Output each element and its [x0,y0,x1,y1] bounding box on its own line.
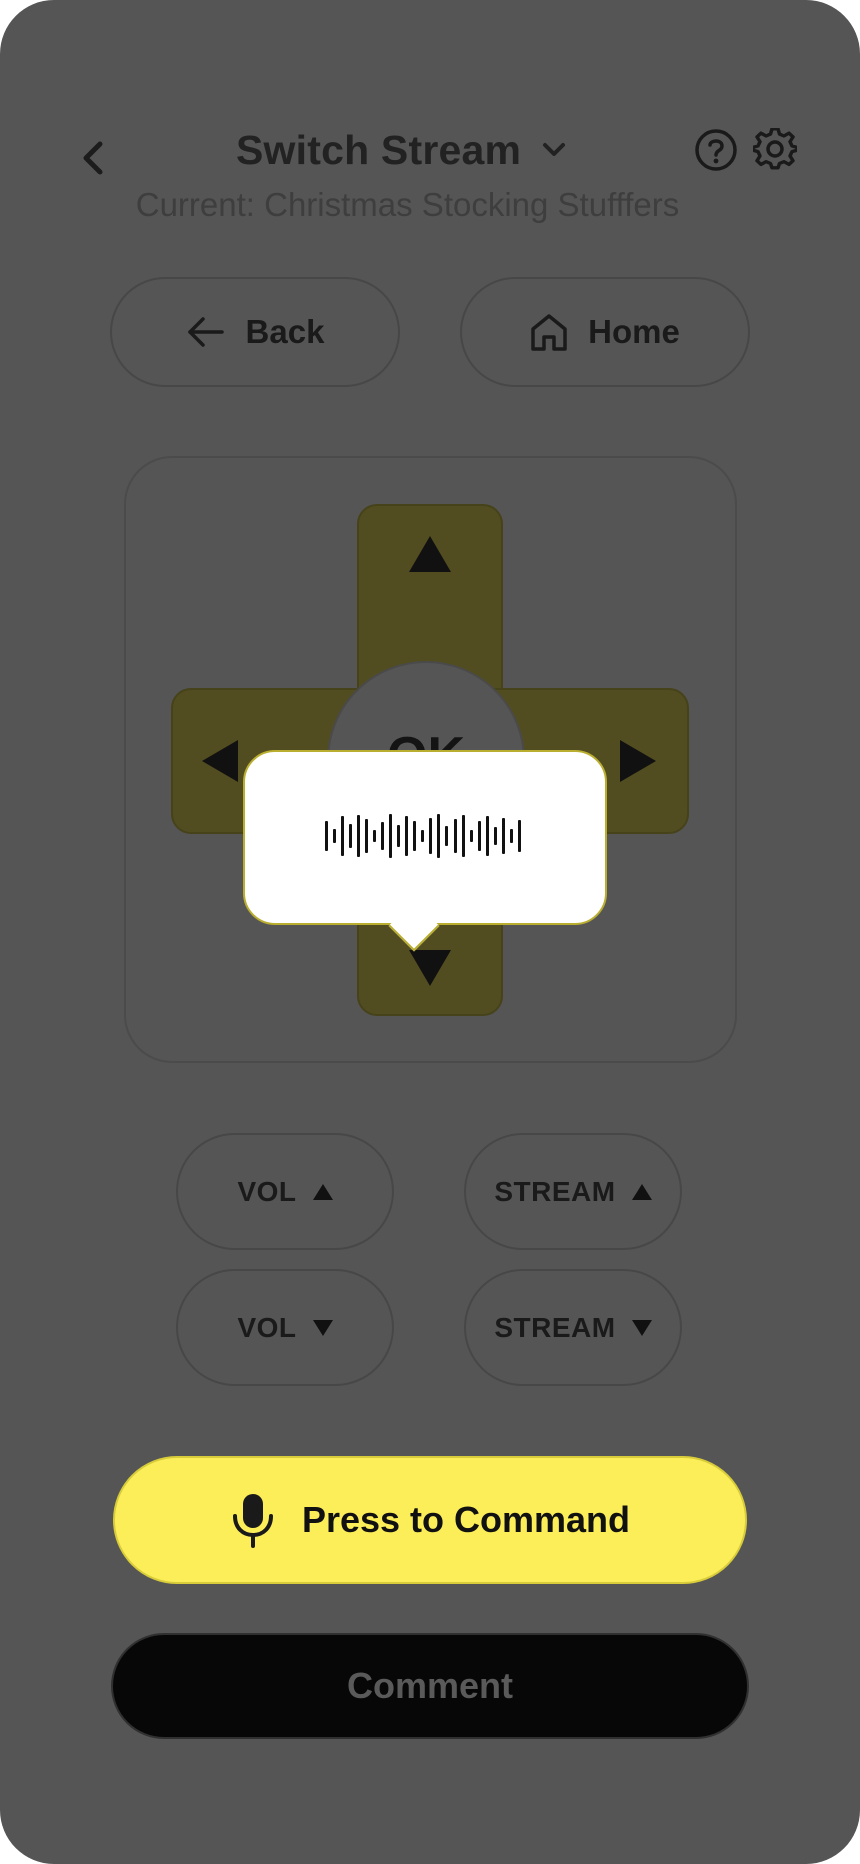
triangle-up-icon [312,1183,333,1200]
chevron-down-icon [539,135,569,165]
arrow-left-icon [187,317,224,347]
gear-icon[interactable] [751,127,799,172]
dpad-down-button[interactable] [409,950,451,986]
waveform-icon [325,812,521,860]
back-button-label: Back [245,313,325,350]
triangle-down-icon [631,1319,652,1336]
home-icon [531,314,567,351]
triangle-down-icon [312,1319,333,1336]
comment-button[interactable]: Comment [111,1633,749,1739]
triangle-up-icon [631,1183,652,1200]
volume-up-button[interactable]: VOL [176,1133,394,1250]
press-to-command-button[interactable]: Press to Command [113,1456,747,1584]
volume-down-button[interactable]: VOL [176,1269,394,1386]
stream-down-label: STREAM [494,1311,616,1343]
current-stream-label: Current: Christmas Stocking Stufffers [135,186,680,223]
dpad-left-button[interactable] [202,740,238,782]
volume-up-label: VOL [237,1175,297,1207]
page-title: Switch Stream [236,126,522,173]
dpad-right-button[interactable] [620,740,656,782]
stream-down-button[interactable]: STREAM [464,1269,682,1386]
home-button[interactable]: Home [460,277,750,387]
stream-up-label: STREAM [494,1175,616,1207]
remote-screen: Switch Stream Current: Christmas Stockin… [0,0,860,1864]
back-button[interactable]: Back [110,277,400,387]
microphone-icon [232,1494,273,1548]
stream-up-button[interactable]: STREAM [464,1133,682,1250]
back-chevron-icon[interactable] [76,136,112,180]
comment-label: Comment [346,1665,513,1706]
help-icon[interactable] [694,128,738,172]
dpad-up-button[interactable] [409,536,451,572]
home-button-label: Home [588,313,680,350]
press-to-command-label: Press to Command [301,1499,631,1540]
stream-selector[interactable]: Switch Stream [236,124,569,176]
volume-down-label: VOL [237,1311,297,1343]
